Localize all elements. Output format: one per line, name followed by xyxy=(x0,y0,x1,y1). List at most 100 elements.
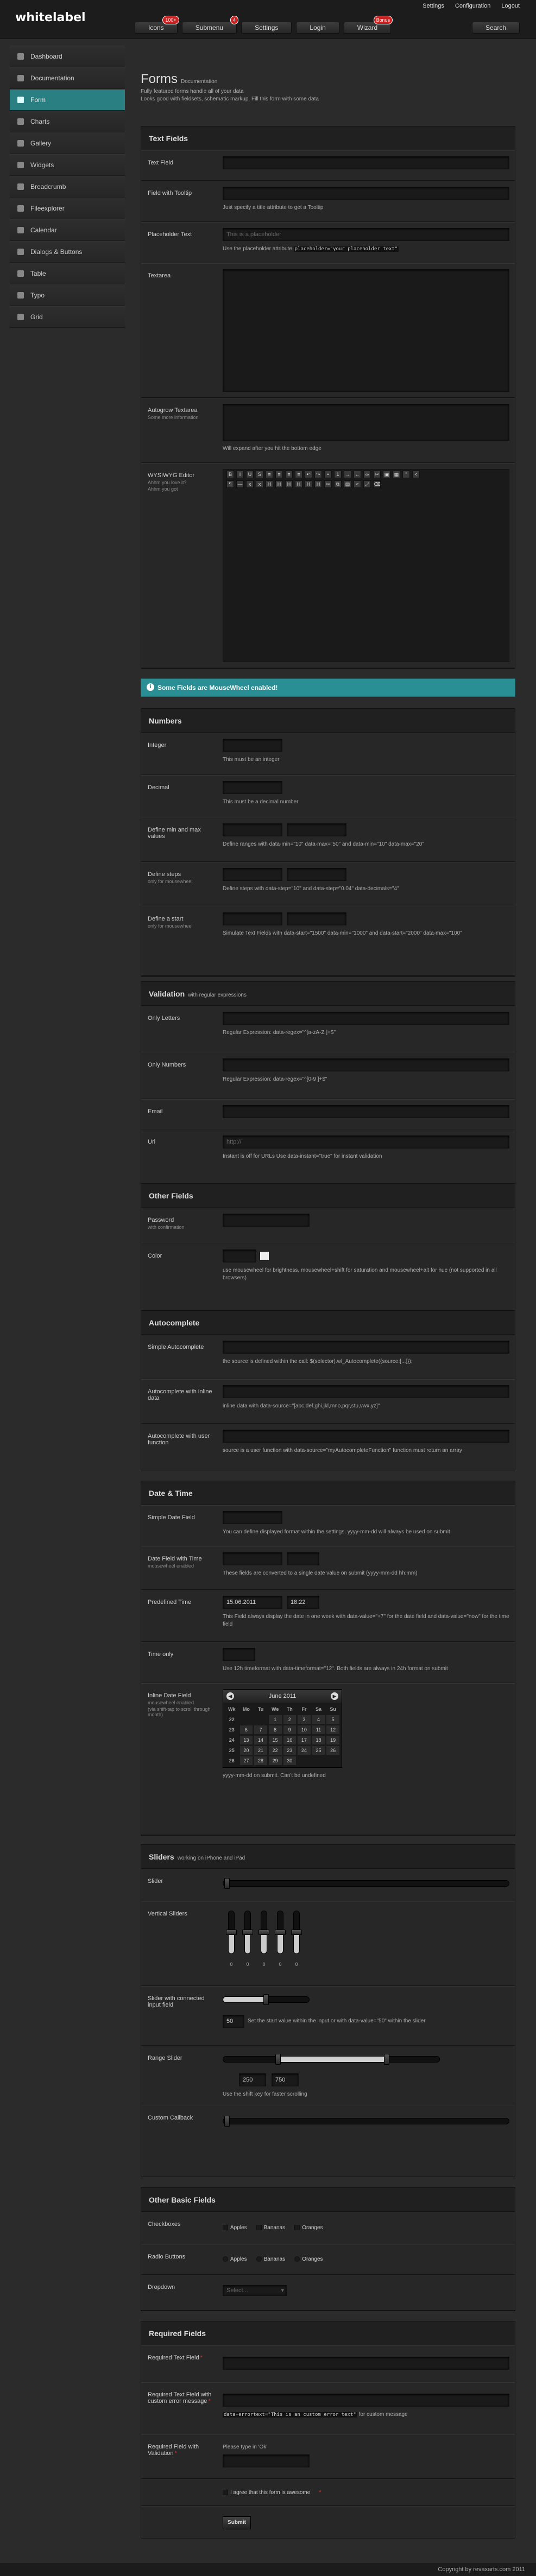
sidebar-item-charts[interactable]: Charts xyxy=(10,111,125,132)
calendar-day[interactable]: 20 xyxy=(239,1746,253,1755)
color-swatch[interactable] xyxy=(260,1251,269,1261)
predefined-time-field[interactable]: 18:22 xyxy=(287,1596,319,1609)
indent-icon[interactable]: → xyxy=(344,471,351,478)
slider-handle[interactable] xyxy=(263,1994,269,2005)
table-icon[interactable]: ▦ xyxy=(393,471,400,478)
callback-slider[interactable] xyxy=(223,2116,509,2127)
calendar-day[interactable]: 24 xyxy=(298,1746,311,1755)
radio-oranges[interactable] xyxy=(294,2256,300,2262)
dropdown-select[interactable]: Select... ▾ xyxy=(223,2285,287,2296)
vertical-slider-handle[interactable] xyxy=(226,1930,237,1935)
inline-calendar[interactable]: ◀ June 2011 ▶ Wk Mo Tu We Th Fr Sa Su 22 1 2 3 4 5 23 6… xyxy=(223,1689,342,1768)
h4-icon[interactable]: H xyxy=(295,480,302,488)
predefined-date-field[interactable]: 15.06.2011 xyxy=(223,1596,282,1609)
h2-icon[interactable]: H xyxy=(275,480,283,488)
calendar-day[interactable]: 29 xyxy=(268,1756,282,1765)
vertical-slider[interactable] xyxy=(258,1911,269,1954)
redo-icon[interactable]: ↷ xyxy=(314,471,322,478)
letters-field[interactable] xyxy=(223,1012,509,1025)
calendar-day[interactable]: 15 xyxy=(268,1736,282,1744)
calendar-day[interactable]: 5 xyxy=(326,1715,339,1724)
calendar-day[interactable]: 8 xyxy=(268,1725,282,1734)
url-field[interactable]: http:// xyxy=(223,1135,509,1149)
align-right-icon[interactable]: ≡ xyxy=(285,471,293,478)
calendar-day[interactable]: 11 xyxy=(312,1725,325,1734)
paste-icon[interactable]: ▤ xyxy=(344,480,351,488)
strikethrough-icon[interactable]: S xyxy=(256,471,263,478)
bold-icon[interactable]: B xyxy=(226,471,234,478)
sidebar-item-gallery[interactable]: Gallery xyxy=(10,132,125,154)
align-left-icon[interactable]: ≡ xyxy=(266,471,273,478)
email-field[interactable] xyxy=(223,1105,509,1118)
nav-submenu[interactable]: Submenu 4 xyxy=(181,16,239,34)
calendar-day[interactable]: 2 xyxy=(283,1715,297,1724)
calendar-day[interactable]: 17 xyxy=(298,1736,311,1744)
sidebar-item-fileexplorer[interactable]: Fileexplorer xyxy=(10,198,125,219)
sidebar-item-grid[interactable]: Grid xyxy=(10,306,125,328)
checkbox-bananas[interactable] xyxy=(256,2225,262,2231)
calendar-day[interactable]: 25 xyxy=(312,1746,325,1755)
clear-format-icon[interactable]: ⌫ xyxy=(373,480,381,488)
calendar-day[interactable]: 23 xyxy=(283,1746,297,1755)
sidebar-item-documentation[interactable]: Documentation xyxy=(10,67,125,89)
textarea-field[interactable] xyxy=(223,269,509,392)
required-validation-field[interactable] xyxy=(223,2454,310,2467)
top-link-configuration[interactable]: Configuration xyxy=(455,3,490,9)
nav-login[interactable]: Login xyxy=(296,22,339,34)
calendar-day[interactable]: 16 xyxy=(283,1736,297,1744)
h6-icon[interactable]: H xyxy=(314,480,322,488)
numbers-field[interactable] xyxy=(223,1058,509,1071)
justify-icon[interactable]: ≡ xyxy=(295,471,302,478)
checkbox-oranges[interactable] xyxy=(294,2225,300,2231)
sidebar-item-breadcrumb[interactable]: Breadcrumb xyxy=(10,176,125,198)
calendar-day[interactable]: 1 xyxy=(268,1715,282,1724)
decimal-field[interactable] xyxy=(223,781,282,794)
agree-checkbox[interactable] xyxy=(223,2490,228,2496)
calendar-day[interactable]: 22 xyxy=(268,1746,282,1755)
integer-field[interactable] xyxy=(223,739,282,752)
calendar-day[interactable]: 19 xyxy=(326,1736,339,1744)
password-field[interactable] xyxy=(223,1214,310,1227)
submit-button[interactable]: Submit xyxy=(223,2516,251,2529)
radio-apples[interactable] xyxy=(223,2256,228,2262)
nav-wizard[interactable]: Wizard Bonus xyxy=(343,16,393,34)
sidebar-item-widgets[interactable]: Widgets xyxy=(10,154,125,176)
required-text-field[interactable] xyxy=(223,2357,509,2370)
range-handle-max[interactable] xyxy=(384,2054,389,2065)
italic-icon[interactable]: I xyxy=(236,471,244,478)
calendar-day[interactable]: 21 xyxy=(254,1746,267,1755)
h3-icon[interactable]: H xyxy=(285,480,293,488)
vertical-slider-handle[interactable] xyxy=(291,1930,302,1935)
minmax-field-1[interactable] xyxy=(223,823,282,836)
wysiwyg-editor[interactable]: BIUS ≡ ≡ ≡ ≡ ↶ ↷ • 1 → ← ∞ ✂ ▣ ▦ " < ¶ — x x HHHH H H ✂ ⧉ … xyxy=(223,469,509,662)
fullscreen-icon[interactable]: ⤢ xyxy=(363,480,371,488)
paragraph-icon[interactable]: ¶ xyxy=(226,480,234,488)
vertical-slider[interactable] xyxy=(242,1911,253,1954)
calendar-day[interactable]: 9 xyxy=(283,1725,297,1734)
calendar-day[interactable]: 14 xyxy=(254,1736,267,1744)
calendar-day[interactable]: 4 xyxy=(312,1715,325,1724)
vertical-slider-handle[interactable] xyxy=(242,1930,253,1935)
code-icon[interactable]: < xyxy=(412,471,420,478)
range-max-input[interactable]: 750 xyxy=(272,2073,299,2086)
slider-handle[interactable] xyxy=(224,1878,230,1889)
outdent-icon[interactable]: ← xyxy=(354,471,361,478)
required-custom-field[interactable] xyxy=(223,2394,509,2407)
autogrow-textarea[interactable] xyxy=(223,404,509,441)
inline-autocomplete-field[interactable] xyxy=(223,1385,509,1398)
sub-icon[interactable]: x xyxy=(246,480,254,488)
func-autocomplete-field[interactable] xyxy=(223,1430,509,1443)
list-icon[interactable]: • xyxy=(324,471,332,478)
range-min-input[interactable]: 250 xyxy=(239,2073,266,2086)
time-field[interactable] xyxy=(287,1552,319,1565)
top-link-logout[interactable]: Logout xyxy=(501,3,520,9)
connected-slider[interactable] xyxy=(223,1994,310,2005)
image-icon[interactable]: ▣ xyxy=(383,471,390,478)
unlink-icon[interactable]: ✂ xyxy=(373,471,381,478)
calendar-day[interactable]: 10 xyxy=(298,1725,311,1734)
slider[interactable] xyxy=(223,1878,509,1889)
quote-icon[interactable]: " xyxy=(402,471,410,478)
range-slider[interactable] xyxy=(223,2054,440,2065)
steps-field-2[interactable] xyxy=(287,868,346,881)
hr-icon[interactable]: — xyxy=(236,480,244,488)
